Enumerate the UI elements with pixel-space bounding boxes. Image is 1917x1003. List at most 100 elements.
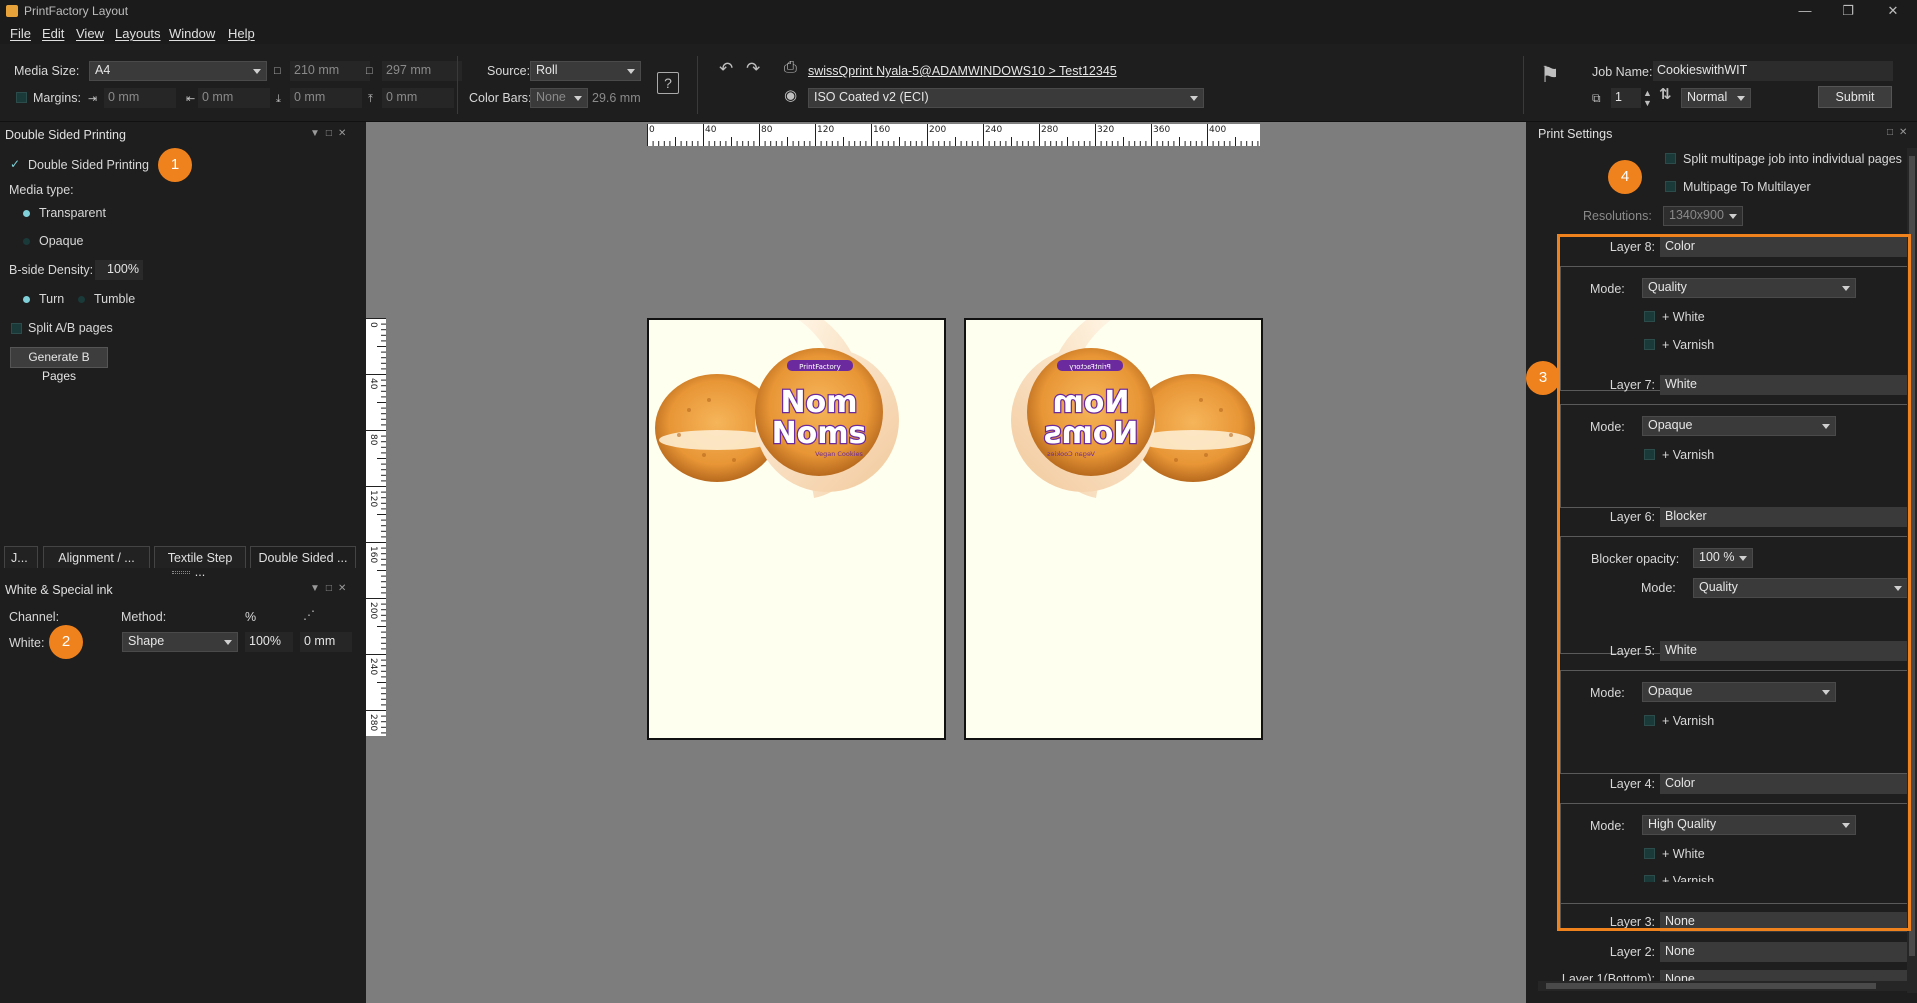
undo-icon[interactable]: ↶ <box>719 60 733 77</box>
splitter-grip[interactable] <box>172 571 190 574</box>
tumble-radio[interactable] <box>78 296 85 303</box>
ruler-label: 200 <box>929 125 947 135</box>
help-icon[interactable]: ? <box>657 72 679 94</box>
white-offset-input[interactable]: 0 mm <box>300 632 352 652</box>
media-size-label: Media Size: <box>14 64 80 78</box>
menu-layouts[interactable]: Layouts <box>115 26 161 41</box>
ruler-label: 320 <box>1097 125 1115 135</box>
menu-help[interactable]: Help <box>228 26 255 41</box>
white-method-select[interactable]: Shape <box>122 632 238 652</box>
opaque-radio[interactable] <box>23 238 30 245</box>
horizontal-ruler: 0 40 80 120 160 200 240 280 320 360 400 <box>647 124 1260 146</box>
margin-top-icon: ⤒ <box>368 93 373 105</box>
redo-icon[interactable]: ↷ <box>746 60 760 77</box>
menu-window[interactable]: Window <box>169 26 215 41</box>
tab-alignment[interactable]: Alignment / ... <box>43 546 150 568</box>
checkered-flag-icon[interactable]: ⚑ <box>1540 64 1560 86</box>
split-ab-label[interactable]: Split A/B pages <box>28 321 113 335</box>
ruler-label: 0 <box>649 125 655 135</box>
double-sided-checkbox-label[interactable]: Double Sided Printing <box>28 158 149 172</box>
layer1-select[interactable]: None <box>1660 970 1908 981</box>
maximize-icon[interactable]: ❐ <box>1837 2 1859 20</box>
bside-density-input[interactable]: 100% <box>95 260 143 280</box>
copies-spin-icon[interactable]: ▲ ▼ <box>1643 88 1652 108</box>
callout-badge-4: 4 <box>1608 160 1642 194</box>
printer-icon: ⎙ <box>784 59 797 76</box>
source-select[interactable]: Roll <box>530 61 641 81</box>
margin-right-field[interactable]: 0 mm <box>198 88 270 108</box>
margins-checkbox[interactable] <box>16 92 27 103</box>
artwork-text-1: Nom <box>781 385 858 420</box>
callout-badge-3: 3 <box>1526 361 1560 395</box>
resolutions-select[interactable]: 1340x900 <box>1663 206 1743 226</box>
printer-link[interactable]: swissQprint Nyala-5@ADAMWINDOWS10 > Test… <box>808 64 1117 78</box>
tagline-label-mirrored: Vegan Cookies <box>1047 450 1095 458</box>
ruler-label: 40 <box>368 378 378 390</box>
color-bars-label: Color Bars: <box>469 91 532 105</box>
brand-label: PrintFactory <box>799 363 841 371</box>
vertical-ruler: 0 40 80 120 160 200 240 280 <box>366 318 386 736</box>
ruler-label: 40 <box>705 125 717 135</box>
job-name-input[interactable]: CookieswithWIT <box>1653 61 1893 81</box>
white-percent-input[interactable]: 100% <box>245 632 293 652</box>
menu-edit[interactable]: Edit <box>42 26 64 41</box>
ruler-label: 160 <box>873 125 891 135</box>
submit-button[interactable]: Submit <box>1818 86 1892 108</box>
percent-label: % <box>245 610 257 624</box>
multipage-multilayer-label[interactable]: Multipage To Multilayer <box>1683 180 1811 194</box>
media-size-select[interactable]: A4 <box>89 61 267 81</box>
priority-select[interactable]: Normal <box>1681 88 1751 108</box>
callout-badge-2: 2 <box>49 625 83 659</box>
margin-bottom-field[interactable]: 0 mm <box>290 88 362 108</box>
width-field[interactable]: 210 mm <box>290 61 370 81</box>
margin-bottom-icon: ⤓ <box>276 93 281 105</box>
menu-file[interactable]: File <box>10 26 31 41</box>
method-label: Method: <box>121 610 167 624</box>
copies-input[interactable]: 1 <box>1611 88 1641 108</box>
double-sided-checkmark-icon[interactable]: ✓ <box>10 157 20 171</box>
transparent-label[interactable]: Transparent <box>39 206 106 220</box>
tab-double-sided[interactable]: Double Sided ... <box>250 546 356 568</box>
turn-label[interactable]: Turn <box>39 292 64 306</box>
height-field[interactable]: 297 mm <box>382 61 462 81</box>
window-title: PrintFactory Layout <box>24 4 129 18</box>
split-multipage-checkbox[interactable] <box>1665 153 1676 164</box>
horizontal-scrollbar-thumb[interactable] <box>1546 983 1876 989</box>
turn-radio[interactable] <box>23 296 30 303</box>
tumble-label[interactable]: Tumble <box>94 292 135 306</box>
panel-controls-icon[interactable]: ▼□✕ <box>310 128 352 139</box>
opaque-label[interactable]: Opaque <box>39 234 83 248</box>
ruler-label: 0 <box>368 322 378 328</box>
color-profile-icon: ◉ <box>784 87 798 104</box>
generate-b-pages-button[interactable]: Generate B Pages <box>10 347 108 383</box>
page-b-side[interactable]: PrintFactory Nom Noms Vegan Cookies <box>964 318 1263 740</box>
layout-canvas[interactable]: 0 40 80 120 160 200 240 280 320 360 400 … <box>366 122 1526 1003</box>
app-icon <box>6 5 18 17</box>
panel-controls-icon[interactable]: □✕ <box>1887 127 1913 138</box>
margin-left-field[interactable]: 0 mm <box>104 88 176 108</box>
tab-job[interactable]: J... <box>4 546 38 568</box>
ruler-label: 120 <box>817 125 835 135</box>
color-profile-select[interactable]: ISO Coated v2 (ECI) <box>808 88 1204 108</box>
resolutions-label: Resolutions: <box>1583 209 1652 223</box>
horizontal-scrollbar[interactable] <box>1538 981 1907 991</box>
tab-textile-step[interactable]: Textile Step ... <box>154 546 246 579</box>
split-multipage-label[interactable]: Split multipage job into individual page… <box>1683 152 1902 166</box>
transparent-radio[interactable] <box>23 210 30 217</box>
color-bars-select[interactable]: None <box>530 88 588 108</box>
close-icon[interactable]: ✕ <box>1882 2 1904 20</box>
minimize-icon[interactable]: — <box>1794 2 1816 20</box>
margins-label: Margins: <box>33 91 81 105</box>
menu-view[interactable]: View <box>76 26 104 41</box>
ruler-label: 120 <box>368 490 378 508</box>
margin-top-field[interactable]: 0 mm <box>382 88 454 108</box>
layer2-select[interactable]: None <box>1660 942 1908 962</box>
margin-left-icon: ⇥ <box>88 93 98 105</box>
multipage-multilayer-checkbox[interactable] <box>1665 181 1676 192</box>
media-type-label: Media type: <box>9 183 74 197</box>
panel-controls-icon[interactable]: ▼□✕ <box>310 583 352 594</box>
print-settings-panel: Print Settings □✕ Split multipage job in… <box>1526 122 1917 1003</box>
page-a-side[interactable]: PrintFactory Nom Noms Vegan Cookies <box>647 318 946 740</box>
toolbar-separator <box>697 56 698 114</box>
split-ab-checkbox[interactable] <box>11 323 22 334</box>
